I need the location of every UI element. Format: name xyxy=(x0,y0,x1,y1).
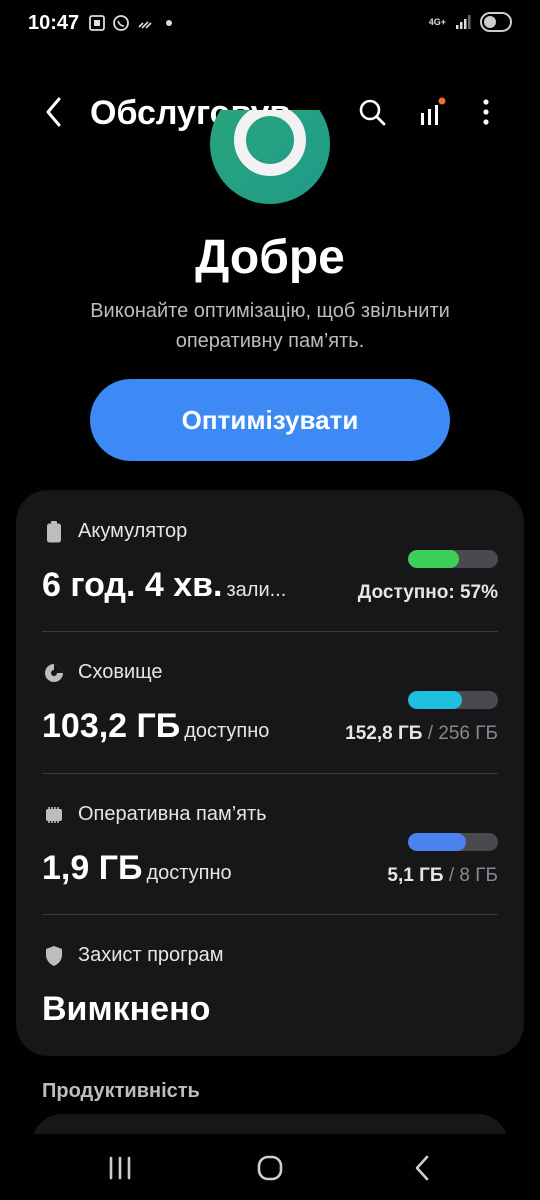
ram-usage-bar xyxy=(408,833,498,851)
storage-usage: 152,8 ГБ / 256 ГБ xyxy=(345,723,498,745)
battery-icon xyxy=(480,12,512,32)
signal-slash-icon xyxy=(138,21,152,29)
storage-total: / 256 ГБ xyxy=(427,723,498,744)
ram-available-value: 1,9 ГБ xyxy=(42,849,143,887)
storage-available: 103,2 ГБ доступно xyxy=(42,707,269,746)
ram-used: 5,1 ГБ xyxy=(387,865,444,886)
pie-chart-icon xyxy=(42,661,66,685)
ram-available-suffix: доступно xyxy=(146,862,232,884)
battery-time-value: 6 год. 4 хв. xyxy=(42,566,223,604)
device-status: Добре xyxy=(195,231,345,284)
device-care-card: Акумулятор 6 год. 4 хв. зали... Доступно:… xyxy=(16,490,524,1056)
battery-level-bar xyxy=(408,550,498,568)
screenshot-icon xyxy=(89,15,105,31)
status-description: Виконайте оптимізацію, щоб звільнити опе… xyxy=(90,300,450,352)
battery-time-left: 6 год. 4 хв. зали... xyxy=(42,566,286,605)
home-button[interactable] xyxy=(250,1148,290,1188)
storage-available-value: 103,2 ГБ xyxy=(42,707,181,745)
storage-label: Сховище xyxy=(78,661,163,683)
network-type: 4G+ xyxy=(428,16,446,27)
status-time: 10:47 xyxy=(28,12,80,34)
app-protection-value: Вимкнено xyxy=(42,990,211,1028)
divider xyxy=(42,914,498,915)
storage-usage-fill xyxy=(408,691,462,709)
chevron-left-icon xyxy=(46,97,61,127)
battery-available-text: Доступно: 57% xyxy=(357,582,498,603)
storage-available-suffix: доступно xyxy=(184,720,270,742)
usage-stats-button[interactable] xyxy=(414,94,450,130)
back-button[interactable] xyxy=(36,94,72,130)
search-button[interactable] xyxy=(354,94,390,130)
ram-usage: 5,1 ГБ / 8 ГБ xyxy=(387,865,498,887)
app-protection-label: Захист програм xyxy=(78,944,224,966)
ram-total: / 8 ГБ xyxy=(448,865,498,886)
ram-label: Оперативна пам’ять xyxy=(78,803,267,825)
system-icons: 4G+ xyxy=(429,12,512,32)
home-icon xyxy=(257,1155,283,1181)
recent-apps-button[interactable] xyxy=(100,1148,140,1188)
whatsapp-icon xyxy=(113,15,129,31)
performance-section-title: Продуктивність xyxy=(42,1080,200,1102)
storage-row[interactable]: Сховище 103,2 ГБ доступно 152,8 ГБ / 256 … xyxy=(42,661,498,761)
battery-time-suffix: зали... xyxy=(226,579,287,601)
notification-icons xyxy=(88,14,172,32)
app-protection-status: Вимкнено xyxy=(42,990,210,1029)
optimize-button[interactable]: Оптимізувати xyxy=(90,379,450,461)
divider xyxy=(42,773,498,774)
memory-chip-icon xyxy=(42,803,66,827)
bar-chart-icon xyxy=(421,97,446,125)
navigation-bar xyxy=(0,1134,540,1200)
battery-row[interactable]: Акумулятор 6 год. 4 хв. зали... Доступно:… xyxy=(42,520,498,620)
search-icon xyxy=(359,99,386,126)
storage-usage-bar xyxy=(408,691,498,709)
more-options-button[interactable] xyxy=(468,94,504,130)
back-arrow-icon xyxy=(415,1155,429,1181)
shield-icon xyxy=(42,944,66,968)
ram-usage-fill xyxy=(408,833,466,851)
notification-dot xyxy=(166,20,172,26)
storage-used: 152,8 ГБ xyxy=(345,723,423,744)
recent-apps-icon xyxy=(109,1156,131,1180)
battery-level-fill xyxy=(408,550,460,568)
battery-label: Акумулятор xyxy=(78,520,188,542)
app-protection-row[interactable]: Захист програм Вимкнено xyxy=(42,944,498,1034)
battery-icon xyxy=(42,520,66,544)
status-emoji-graphic xyxy=(210,110,330,206)
ram-available: 1,9 ГБ доступно xyxy=(42,849,232,888)
battery-available: Доступно: 57% xyxy=(358,582,498,604)
divider xyxy=(42,631,498,632)
status-bar: 10:47 4G+ xyxy=(0,0,540,52)
more-vertical-icon xyxy=(483,99,489,125)
back-nav-button[interactable] xyxy=(402,1148,442,1188)
cell-signal-icon xyxy=(456,15,471,29)
ram-row[interactable]: Оперативна пам’ять 1,9 ГБ доступно 5,1 ГБ… xyxy=(42,803,498,903)
